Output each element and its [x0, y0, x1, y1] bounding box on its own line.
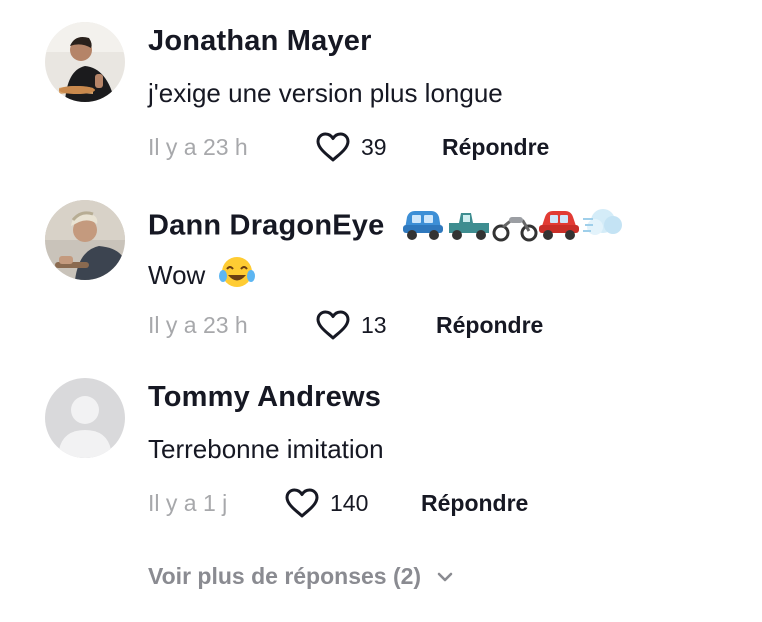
motorcycle-icon: [492, 217, 538, 242]
author-emojis: [401, 203, 623, 251]
author-name[interactable]: Tommy Andrews: [148, 381, 381, 414]
reply-button[interactable]: Répondre: [421, 490, 528, 517]
reply-button[interactable]: Répondre: [436, 312, 543, 339]
comment-text: j'exige une version plus longue: [148, 78, 503, 108]
like-count: 13: [361, 312, 387, 338]
comment-list: Jonathan Mayer j'exige une version plus …: [0, 0, 762, 622]
comment-text: Wow: [148, 260, 206, 290]
photo-chef-cooking-icon: [45, 200, 125, 280]
heart-icon: [285, 488, 319, 518]
tears-of-joy-icon: [218, 257, 255, 287]
timestamp: Il y a 23 h: [148, 312, 248, 338]
author-name[interactable]: Dann DragonEye: [148, 210, 384, 242]
comment-meta: Il y a 23 h 39 Répondre: [148, 130, 748, 166]
view-more-replies-button[interactable]: Voir plus de réponses (2): [148, 563, 454, 593]
comment-text: Terrebonne imitation: [148, 434, 384, 464]
blue-car-icon: [402, 211, 443, 240]
author-name[interactable]: Jonathan Mayer: [148, 25, 372, 58]
comment-item: Tommy Andrews Terrebonne imitation Il y …: [0, 378, 762, 548]
view-more-replies-label: Voir plus de réponses (2): [148, 563, 422, 589]
timestamp: Il y a 23 h: [148, 134, 248, 160]
reply-button[interactable]: Répondre: [442, 134, 549, 161]
comment-meta: Il y a 1 j 140 Répondre: [148, 486, 748, 522]
like-count: 140: [330, 490, 369, 516]
comment-item: Jonathan Mayer j'exige une version plus …: [0, 22, 762, 192]
comment-item: Dann DragonEye Wow Il y a 23 h 13 Répond…: [0, 200, 762, 370]
comment-text-row: Wow: [148, 256, 255, 291]
like-count: 39: [361, 134, 387, 160]
heart-icon: [316, 310, 350, 340]
timestamp: Il y a 1 j: [148, 490, 228, 516]
red-car-icon: [538, 211, 579, 240]
vehicle-emojis: [402, 209, 622, 242]
dash-cloud-icon: [582, 209, 622, 235]
avatar[interactable]: [45, 22, 125, 102]
default-user-icon: [45, 378, 125, 458]
heart-icon: [316, 132, 350, 162]
pickup-truck-icon: [448, 213, 489, 240]
photo-chef-plating-icon: [45, 22, 125, 102]
avatar[interactable]: [45, 378, 125, 458]
comment-meta: Il y a 23 h 13 Répondre: [148, 308, 748, 344]
avatar[interactable]: [45, 200, 125, 280]
chevron-down-icon: [437, 572, 452, 581]
author-name-row: Dann DragonEye: [148, 203, 623, 251]
